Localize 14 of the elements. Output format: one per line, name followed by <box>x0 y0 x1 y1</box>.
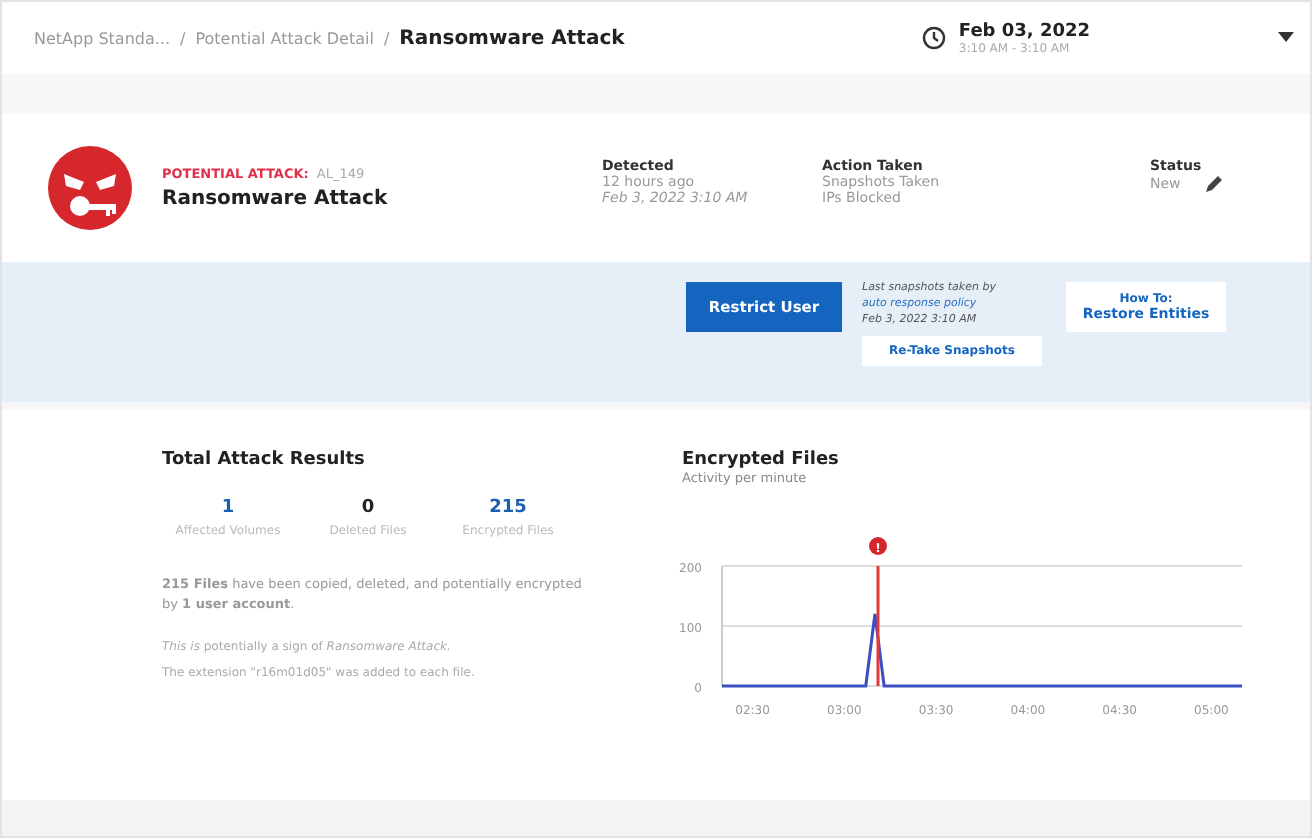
caret-icon <box>1278 32 1294 44</box>
breadcrumb-separator: / <box>383 29 390 47</box>
page-title: Ransomware Attack <box>399 27 625 49</box>
stat-value: 0 <box>359 498 377 518</box>
clock-icon <box>922 26 947 50</box>
stat-value[interactable]: 215 <box>442 498 574 518</box>
edit-icon[interactable] <box>1204 174 1225 194</box>
section-title: Total Attack Results <box>162 450 367 470</box>
alert-title: Ransomware Attack <box>162 188 390 210</box>
reference-line <box>876 566 880 686</box>
breadcrumb-separator: / <box>180 29 186 47</box>
chart-title: Encrypted Files <box>682 450 841 470</box>
stat-value[interactable]: 1 <box>162 498 294 518</box>
hacker-icon <box>46 144 134 232</box>
